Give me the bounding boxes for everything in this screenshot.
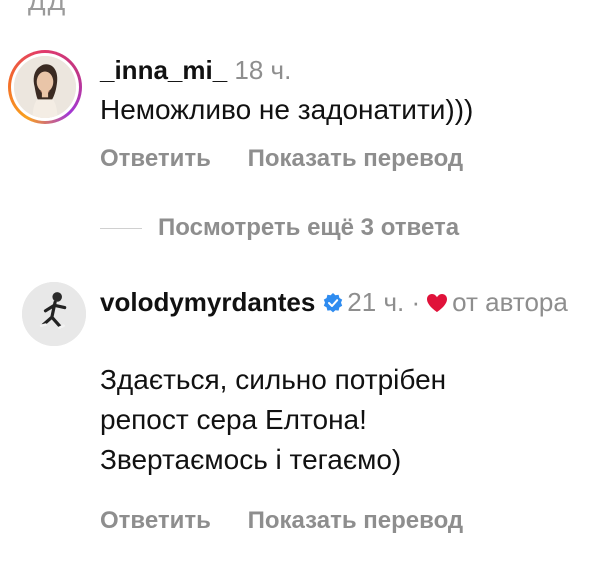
avatar[interactable] [22, 282, 86, 346]
liked-by-author-label: от автора [452, 287, 568, 317]
username[interactable]: volodymyrdantes [100, 287, 315, 317]
reply-button[interactable]: Ответить [100, 507, 211, 534]
comment-item: _inna_mi_ 18 ч. Неможливо не задонатити)… [8, 50, 588, 190]
comment-meta: volodymyrdantes 21 ч. · от автора [100, 286, 588, 318]
comment-actions: Ответить Показать перевод [100, 506, 588, 536]
comment-actions: Ответить Показать перевод [100, 144, 588, 174]
verified-badge-icon [324, 293, 343, 313]
show-translation-button[interactable]: Показать перевод [248, 507, 464, 534]
profile-photo-man-icon [22, 282, 86, 346]
timestamp: 21 ч. [347, 287, 405, 317]
comment-text: Неможливо не задонатити))) [100, 94, 474, 125]
view-more-replies-label[interactable]: Посмотреть ещё 3 ответа [158, 214, 459, 242]
avatar[interactable] [8, 50, 82, 124]
username[interactable]: _inna_mi_ [100, 55, 227, 85]
comment-meta: _inna_mi_ 18 ч. [100, 54, 588, 86]
heart-icon [427, 294, 448, 312]
divider-line [100, 227, 142, 229]
story-ring [8, 50, 82, 124]
timestamp: 18 ч. [234, 55, 292, 85]
view-more-replies[interactable]: Посмотреть ещё 3 ответа [100, 208, 459, 248]
reply-button[interactable]: Ответить [100, 145, 211, 172]
previous-content-fragment: ДД [28, 0, 68, 16]
comment-text-line: репост сера Елтона! [100, 404, 367, 435]
comment-text-line: Здається, сильно потрібен [100, 364, 447, 395]
separator-dot: · [411, 287, 421, 317]
comment-text: Здається, сильно потрібен репост сера Ел… [100, 360, 588, 480]
show-translation-button[interactable]: Показать перевод [248, 145, 464, 172]
profile-photo-woman-icon [14, 56, 76, 118]
comment-item: volodymyrdantes 21 ч. · от автора Здаєть… [8, 282, 588, 542]
comment-text-line: Звертаємось і тегаємо) [100, 444, 402, 475]
